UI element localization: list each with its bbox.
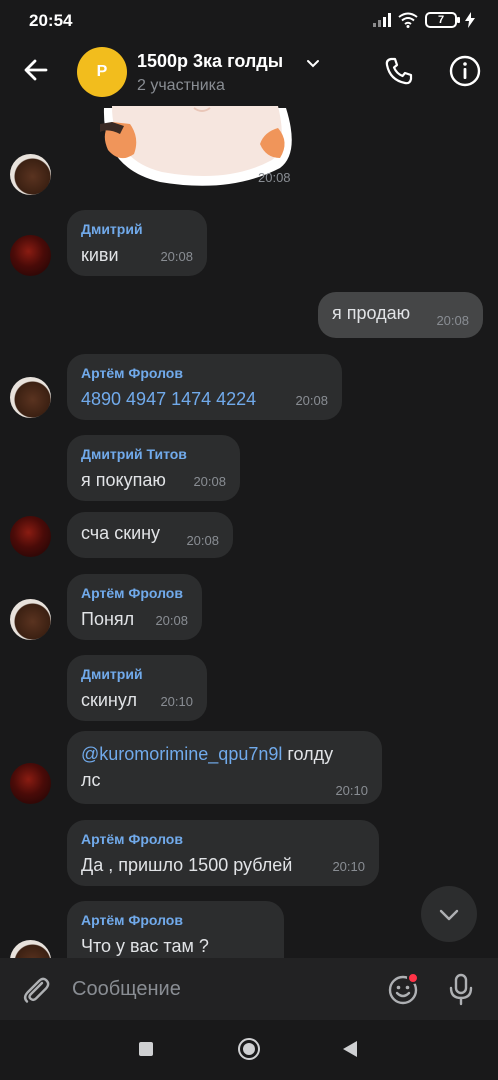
sender-name[interactable]: Артём Фролов xyxy=(81,364,328,382)
scroll-to-bottom-button[interactable] xyxy=(421,886,477,942)
message-bubble-outgoing[interactable]: я продаю 20:08 xyxy=(318,292,483,338)
charging-icon xyxy=(465,12,475,28)
call-button[interactable] xyxy=(382,54,416,88)
message-bubble[interactable]: Артём Фролов 4890 4947 1474 4224 20:08 xyxy=(67,354,342,420)
sender-name[interactable]: Дмитрий Титов xyxy=(81,445,226,463)
microphone-button[interactable] xyxy=(446,972,476,1006)
message-text: @kuromorimine_qpu7n9l голду xyxy=(81,741,368,767)
chat-header: P 1500р 3ка голды 2 участника xyxy=(0,42,498,104)
message-time: 20:10 xyxy=(160,694,193,709)
message-list[interactable]: 20:08 Дмитрий киви 20:08 я продаю 20:08 … xyxy=(0,104,498,958)
message-text-line2: лс xyxy=(81,770,101,790)
chat-avatar[interactable]: P xyxy=(77,47,127,97)
attach-button[interactable] xyxy=(20,974,52,1006)
message-bubble[interactable]: сча скину 20:08 xyxy=(67,512,233,558)
message-input[interactable] xyxy=(72,972,362,1006)
avatar[interactable] xyxy=(10,235,51,276)
chevron-down-icon[interactable] xyxy=(306,56,320,70)
message-bubble[interactable]: @kuromorimine_qpu7n9l голду лс 20:10 xyxy=(67,731,382,804)
back-button[interactable] xyxy=(20,54,52,86)
sender-name[interactable]: Дмитрий xyxy=(81,220,193,238)
sender-name[interactable]: Артём Фролов xyxy=(81,830,365,848)
sender-name[interactable]: Дмитрий xyxy=(81,665,193,683)
avatar[interactable] xyxy=(10,599,51,640)
message-text-after: голду xyxy=(282,744,334,764)
avatar[interactable] xyxy=(10,516,51,557)
sender-name[interactable]: Артём Фролов xyxy=(81,584,188,602)
message-time: 20:08 xyxy=(160,249,193,264)
message-time: 20:10 xyxy=(335,783,368,798)
message-time: 20:08 xyxy=(193,474,226,489)
user-mention-link[interactable]: @kuromorimine_qpu7n9l xyxy=(81,744,282,764)
message-time: 20:08 xyxy=(295,393,328,408)
home-button[interactable] xyxy=(238,1038,260,1060)
chat-title[interactable]: 1500р 3ка голды xyxy=(137,51,283,72)
chevron-down-icon xyxy=(439,909,459,921)
message-bubble[interactable]: Дмитрий скинул 20:10 xyxy=(67,655,207,721)
message-time: 20:08 xyxy=(436,313,469,328)
message-time: 20:08 xyxy=(155,613,188,628)
message-time: 20:10 xyxy=(332,859,365,874)
status-time: 20:54 xyxy=(29,11,73,30)
battery-icon: 7 xyxy=(425,12,460,28)
message-time: 20:08 xyxy=(186,533,219,548)
avatar[interactable] xyxy=(10,377,51,418)
message-bubble[interactable]: Артём Фролов Понял 20:08 xyxy=(67,574,202,640)
message-time: 20:08 xyxy=(258,170,291,185)
info-button[interactable] xyxy=(448,54,482,88)
message-bubble[interactable]: Дмитрий Титов я покупаю 20:08 xyxy=(67,435,240,501)
message-bubble[interactable]: Артём Фролов Что у вас там ? xyxy=(67,901,284,958)
emoji-button[interactable] xyxy=(386,972,420,1006)
chat-subtitle: 2 участника xyxy=(137,77,225,94)
message-bubble[interactable]: Дмитрий киви 20:08 xyxy=(67,210,207,276)
avatar[interactable] xyxy=(10,940,51,958)
message-composer xyxy=(0,958,498,1020)
signal-icon xyxy=(373,13,391,27)
card-number-link[interactable]: 4890 4947 1474 4224 xyxy=(81,386,328,412)
status-icons: 7 xyxy=(373,12,476,28)
message-bubble[interactable]: Артём Фролов Да , пришло 1500 рублей 20:… xyxy=(67,820,379,886)
sender-name[interactable]: Артём Фролов xyxy=(81,911,270,929)
recent-apps-button[interactable] xyxy=(139,1042,153,1056)
status-bar: 20:54 7 xyxy=(0,0,498,42)
wifi-icon xyxy=(398,12,418,28)
avatar[interactable] xyxy=(10,154,51,195)
nav-back-button[interactable] xyxy=(342,1040,358,1058)
system-nav-bar xyxy=(0,1020,498,1080)
avatar[interactable] xyxy=(10,763,51,804)
message-text: Да , пришло 1500 рублей xyxy=(81,855,293,875)
message-text: Что у вас там ? xyxy=(81,936,209,956)
